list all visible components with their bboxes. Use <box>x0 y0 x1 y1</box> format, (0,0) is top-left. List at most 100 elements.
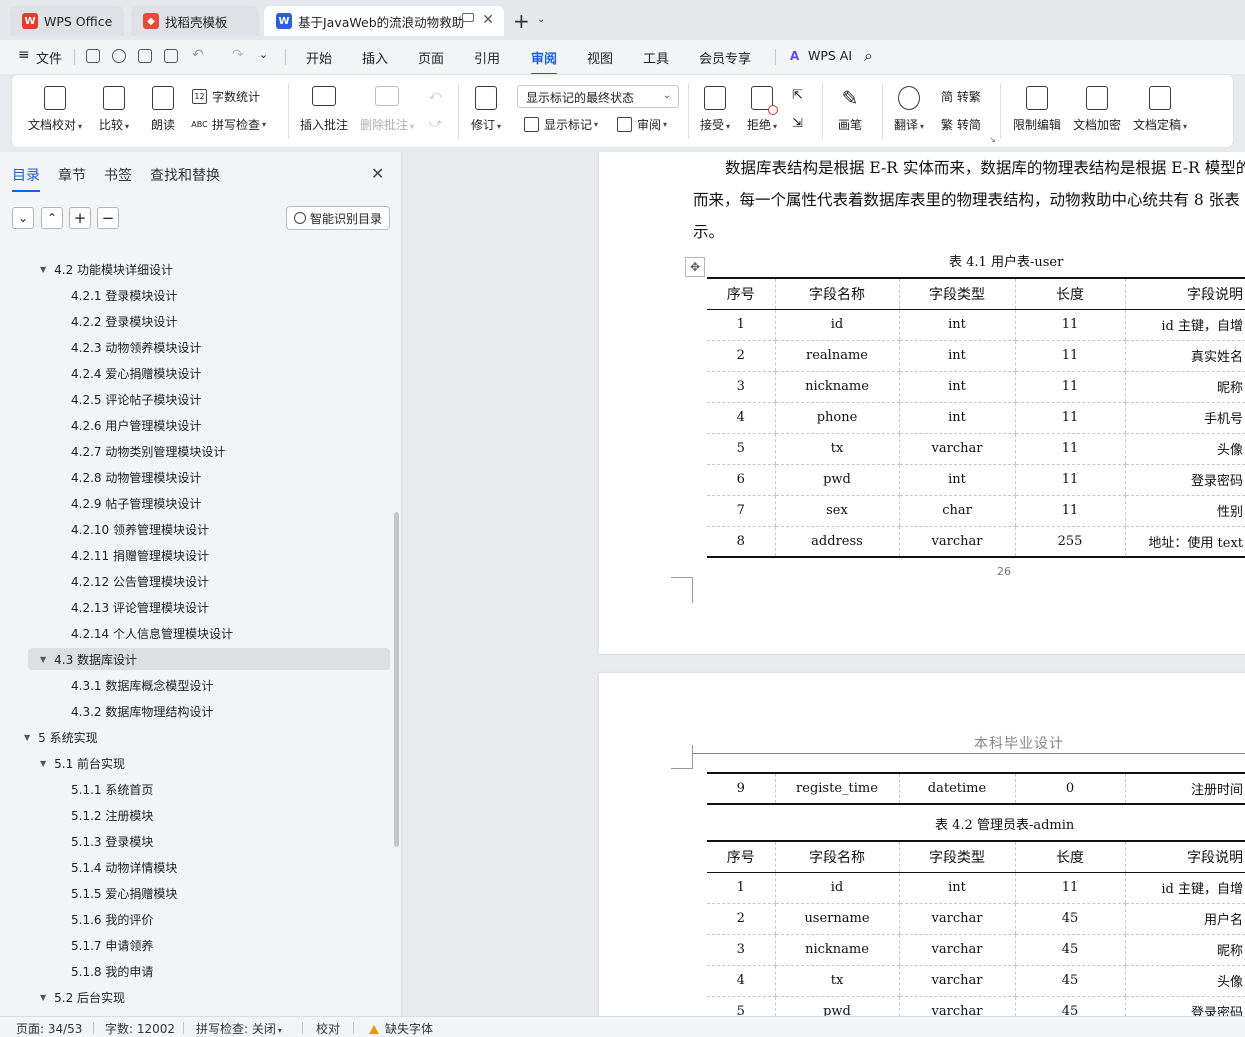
nav-tab-chapters[interactable]: 章节 <box>58 165 86 185</box>
toc-item[interactable]: 5.1.3 登录模块 <box>71 830 153 852</box>
toc-item[interactable]: 4.2.12 公告管理模块设计 <box>71 570 209 592</box>
toc-item[interactable]: 5.1.7 申请领养 <box>71 934 153 956</box>
toc-item[interactable]: 4.3.1 数据库概念模型设计 <box>71 674 213 696</box>
nav-tab-bookmarks[interactable]: 书签 <box>104 165 132 185</box>
toc-item[interactable]: 4.2.5 评论帖子模块设计 <box>71 388 201 410</box>
expand-level-button[interactable]: ⌃ <box>41 207 63 229</box>
expand-triangle-icon[interactable]: ▼ <box>40 993 46 1002</box>
insert-comment-button[interactable]: 插入批注 <box>300 86 348 133</box>
to-traditional-button[interactable]: 简 转繁 <box>941 88 981 105</box>
toc-item[interactable]: 5.1.2 注册模块 <box>71 804 153 826</box>
close-tab-icon[interactable]: ✕ <box>482 12 494 28</box>
next-change-icon[interactable]: ⇲ <box>792 116 803 131</box>
toc-item[interactable]: 5.1.4 动物详情模块 <box>71 856 177 878</box>
toc-item[interactable]: 4.2.8 动物管理模块设计 <box>71 466 201 488</box>
expand-group-icon[interactable]: ↘ <box>989 135 996 144</box>
toc-item[interactable]: 4.2.14 个人信息管理模块设计 <box>71 622 233 644</box>
pen-button[interactable]: ✎ 画笔 <box>838 86 862 133</box>
next-comment-icon[interactable]: ⤻ <box>429 116 442 131</box>
search-icon[interactable]: ⌕ <box>864 46 873 66</box>
proofread-indicator[interactable]: 校对 <box>316 1020 340 1037</box>
toc-item[interactable]: 4.2.6 用户管理模块设计 <box>71 414 201 436</box>
print-preview-icon[interactable] <box>164 49 178 63</box>
new-tab-plus-icon[interactable]: + <box>513 9 530 33</box>
toc-item[interactable]: 4.2.10 领养管理模块设计 <box>71 518 209 540</box>
toc-item[interactable]: 5.1.5 爱心捐赠模块 <box>71 882 177 904</box>
revise-button[interactable]: 修订 ▾ <box>471 86 501 133</box>
review-pane-button[interactable]: 审阅 ▾ <box>617 116 667 133</box>
add-heading-button[interactable]: + <box>69 207 91 229</box>
chevron-down-icon[interactable]: ⌄ <box>537 14 545 25</box>
previous-comment-icon[interactable]: ⤺ <box>429 88 442 103</box>
previous-change-icon[interactable]: ⇱ <box>792 88 803 103</box>
toc-scrollbar[interactable] <box>394 512 399 847</box>
toc-item[interactable]: 4.2.11 捐赠管理模块设计 <box>71 544 209 566</box>
toc-item[interactable]: ▼ 4.2 功能模块详细设计 <box>40 258 173 280</box>
word-count-indicator[interactable]: 字数: 12002 <box>105 1020 175 1037</box>
toc-item[interactable]: 4.3.2 数据库物理结构设计 <box>71 700 213 722</box>
menu-insert[interactable]: 插入 <box>362 48 388 67</box>
menu-view[interactable]: 视图 <box>587 48 613 67</box>
quick-access-dropdown-icon[interactable]: ⌄ <box>259 48 268 61</box>
menu-tools[interactable]: 工具 <box>643 48 669 67</box>
expand-triangle-icon[interactable]: ▼ <box>40 655 46 664</box>
menu-page[interactable]: 页面 <box>418 48 444 67</box>
accept-button[interactable]: 接受 ▾ <box>700 86 730 133</box>
to-simplified-button[interactable]: 繁 转简 <box>941 116 981 133</box>
toc-item[interactable]: ▼ 4.3 数据库设计 <box>28 648 390 670</box>
toc-item[interactable]: ▼ 5.1 前台实现 <box>40 752 125 774</box>
remove-heading-button[interactable]: − <box>97 207 119 229</box>
menu-member[interactable]: 会员专享 <box>699 48 751 67</box>
page-indicator[interactable]: 页面: 34/53 <box>16 1020 82 1037</box>
toc-item[interactable]: 4.2.4 爱心捐赠模块设计 <box>71 362 201 384</box>
menu-references[interactable]: 引用 <box>474 48 500 67</box>
spell-check-indicator[interactable]: 拼写检查: 关闭 ▾ <box>196 1020 282 1037</box>
translate-button[interactable]: 翻译 ▾ <box>894 86 924 133</box>
toc-item[interactable]: 4.2.2 登录模块设计 <box>71 310 177 332</box>
toc-item[interactable]: 5.1.6 我的评价 <box>71 908 153 930</box>
menu-wps-ai[interactable]: WPS AI <box>808 48 852 63</box>
toc-item[interactable]: ▼ 5.2 后台实现 <box>40 986 125 1008</box>
finalize-button[interactable]: 文档定稿 ▾ <box>1133 86 1187 133</box>
nav-tab-toc[interactable]: 目录 <box>12 165 40 192</box>
expand-triangle-icon[interactable]: ▼ <box>40 759 46 768</box>
word-count-button[interactable]: 12 字数统计 <box>192 88 260 105</box>
expand-triangle-icon[interactable]: ▼ <box>24 733 30 742</box>
doc-check-button[interactable]: 文档校对 ▾ <box>28 86 82 133</box>
markup-state-select[interactable]: 显示标记的最终状态 ⌄ <box>517 85 679 108</box>
undo-icon[interactable]: ↶ <box>192 47 204 63</box>
read-aloud-button[interactable]: 朗读 <box>151 86 175 133</box>
monitor-icon[interactable] <box>462 13 474 22</box>
tab-current-document[interactable]: W 基于JavaWeb的流浪动物救助 ✕ <box>264 6 504 36</box>
spell-check-button[interactable]: ABC 拼写检查 ▾ <box>191 116 266 133</box>
toc-item[interactable]: 4.2.1 登录模块设计 <box>71 284 177 306</box>
toc-item[interactable]: 4.2.3 动物领养模块设计 <box>71 336 201 358</box>
hamburger-icon[interactable]: ≡ <box>18 47 30 63</box>
show-markup-button[interactable]: 显示标记 ▾ <box>524 116 598 133</box>
share-icon[interactable] <box>112 49 126 63</box>
delete-comment-button[interactable]: 删除批注 ▾ <box>360 86 414 133</box>
save-icon[interactable] <box>86 49 100 63</box>
expand-triangle-icon[interactable]: ▼ <box>40 265 46 274</box>
nav-tab-find-replace[interactable]: 查找和替换 <box>150 165 220 185</box>
encrypt-button[interactable]: 文档加密 <box>1073 86 1121 133</box>
close-panel-icon[interactable]: ✕ <box>371 164 384 183</box>
missing-font-indicator[interactable]: 缺失字体 <box>369 1020 433 1037</box>
tab-wps-office[interactable]: W WPS Office <box>10 6 124 36</box>
redo-icon[interactable]: ↷ <box>232 47 244 63</box>
menu-home[interactable]: 开始 <box>306 48 332 67</box>
toc-item[interactable]: 4.2.13 评论管理模块设计 <box>71 596 209 618</box>
reject-button[interactable]: 拒绝 ▾ <box>747 86 779 133</box>
toc-item[interactable]: ▼ 5 系统实现 <box>24 726 98 748</box>
table-move-handle-icon[interactable]: ✥ <box>685 257 705 277</box>
toc-item[interactable]: 5.1.8 我的申请 <box>71 960 153 982</box>
restrict-edit-button[interactable]: 限制编辑 <box>1013 86 1061 133</box>
collapse-level-button[interactable]: ⌄ <box>12 207 34 229</box>
compare-button[interactable]: 比较 ▾ <box>99 86 129 133</box>
smart-toc-button[interactable]: 智能识别目录 <box>286 206 390 230</box>
toc-item[interactable]: 5.1.1 系统首页 <box>71 778 153 800</box>
toc-item[interactable]: 4.2.9 帖子管理模块设计 <box>71 492 201 514</box>
tab-docer-templates[interactable]: ◆ 找稻壳模板 <box>131 6 259 36</box>
menu-file[interactable]: 文件 <box>36 48 62 67</box>
menu-review[interactable]: 审阅 <box>531 48 558 75</box>
